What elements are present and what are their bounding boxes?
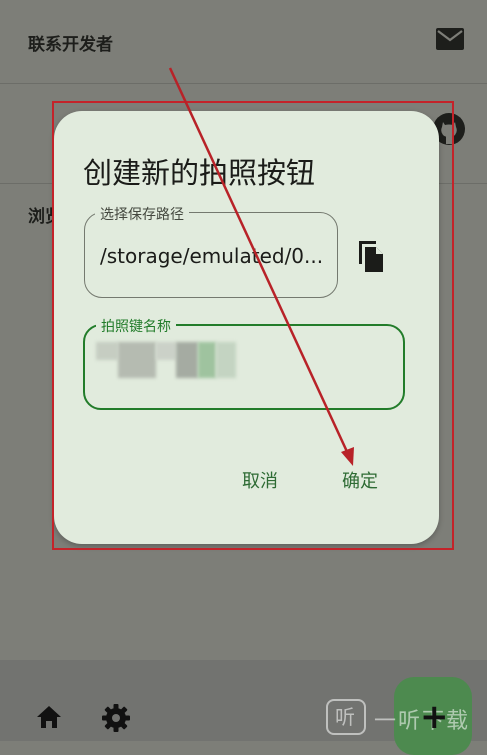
watermark: 听 一听下载 bbox=[326, 697, 481, 737]
settings-icon[interactable] bbox=[101, 703, 131, 733]
home-icon[interactable] bbox=[35, 703, 63, 731]
list-item-label: 联系开发者 bbox=[28, 35, 113, 55]
list-item-contact-developer[interactable]: 联系开发者 bbox=[0, 0, 487, 84]
plus-icon[interactable]: + bbox=[420, 700, 449, 734]
mail-icon[interactable] bbox=[436, 28, 464, 50]
annotation-highlight-box bbox=[52, 101, 454, 550]
watermark-badge: 听 bbox=[326, 699, 366, 735]
